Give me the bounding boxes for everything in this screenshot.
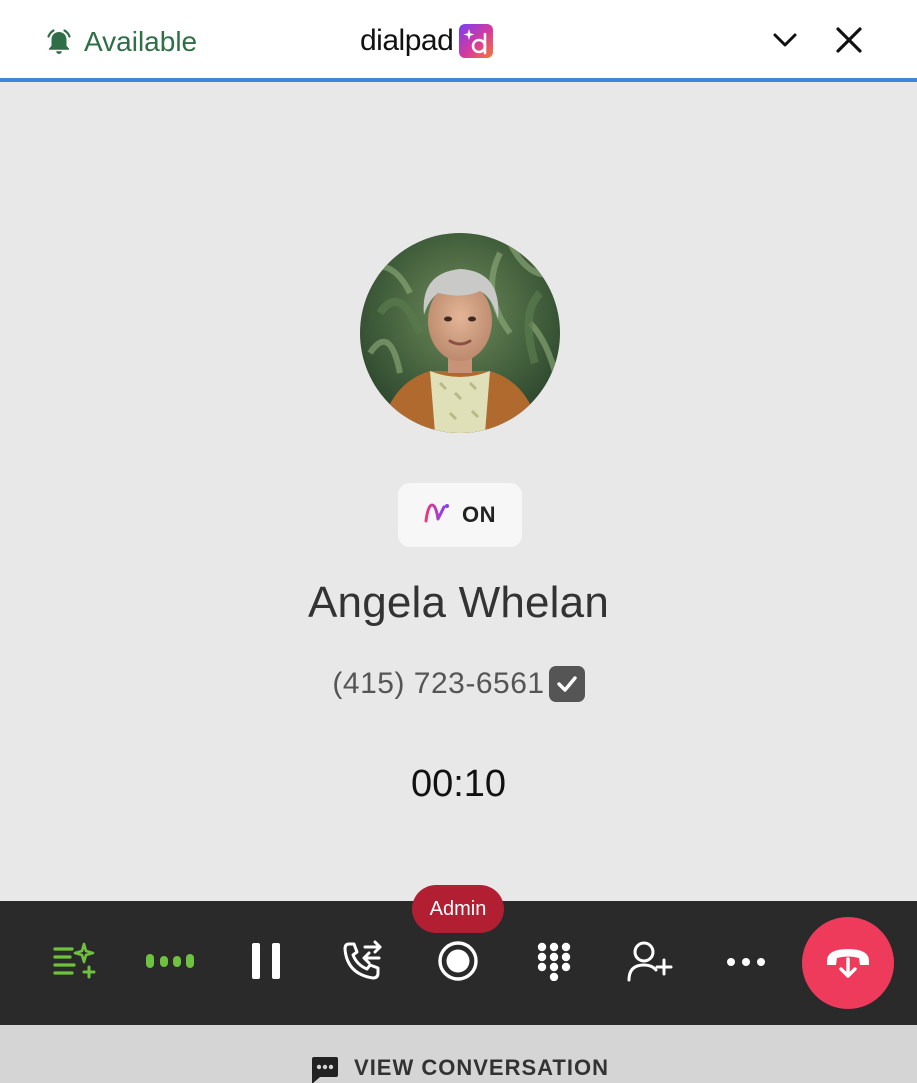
verified-check-icon xyxy=(548,666,585,702)
live-transcript-button[interactable] xyxy=(138,931,202,995)
more-icon xyxy=(726,954,766,972)
availability-status[interactable]: Available xyxy=(44,24,197,60)
hang-up-icon xyxy=(823,941,873,986)
alarm-bell-icon xyxy=(44,27,74,57)
phone-transfer-icon xyxy=(339,938,385,989)
ai-logo-icon xyxy=(424,501,452,530)
keypad-icon xyxy=(536,941,572,986)
header: Available dialpad xyxy=(0,0,917,82)
phone-number: (415) 723-6561 xyxy=(332,667,545,700)
dialpad-logo-icon xyxy=(459,24,494,58)
close-icon xyxy=(834,25,864,60)
contact-avatar xyxy=(360,233,560,433)
hang-up-button[interactable] xyxy=(802,917,894,1009)
brand-name: dialpad xyxy=(360,24,454,57)
hold-button[interactable] xyxy=(234,931,298,995)
ai-notes-button[interactable] xyxy=(43,931,107,995)
transfer-button[interactable] xyxy=(330,931,394,995)
add-participant-button[interactable] xyxy=(618,931,682,995)
chevron-down-icon xyxy=(772,31,798,54)
status-label: Available xyxy=(84,26,198,57)
call-window: Available dialpad ON Angela Whelan (415)… xyxy=(0,0,917,1083)
keypad-button[interactable] xyxy=(522,931,586,995)
ai-assist-toggle[interactable]: ON xyxy=(398,483,522,547)
dialpad-logo: dialpad xyxy=(360,22,494,60)
phone-row: (415) 723-6561 xyxy=(0,666,917,702)
audio-dots-icon xyxy=(145,951,195,976)
collapse-button[interactable] xyxy=(765,22,805,62)
record-icon xyxy=(436,939,480,988)
more-options-button[interactable] xyxy=(714,931,778,995)
ai-status-label: ON xyxy=(462,502,496,527)
call-timer: 00:10 xyxy=(410,763,507,805)
add-person-icon xyxy=(627,940,673,987)
record-button[interactable] xyxy=(426,931,490,995)
chat-bubble-icon xyxy=(308,1055,340,1083)
close-button[interactable] xyxy=(829,22,869,62)
ai-notes-icon xyxy=(52,941,98,986)
view-conversation-button[interactable]: VIEW CONVERSATION xyxy=(0,1025,917,1083)
contact-name: Angela Whelan xyxy=(307,578,610,627)
view-conversation-label: VIEW CONVERSATION xyxy=(354,1055,609,1080)
admin-tooltip: Admin xyxy=(412,885,504,933)
pause-icon xyxy=(250,941,282,986)
